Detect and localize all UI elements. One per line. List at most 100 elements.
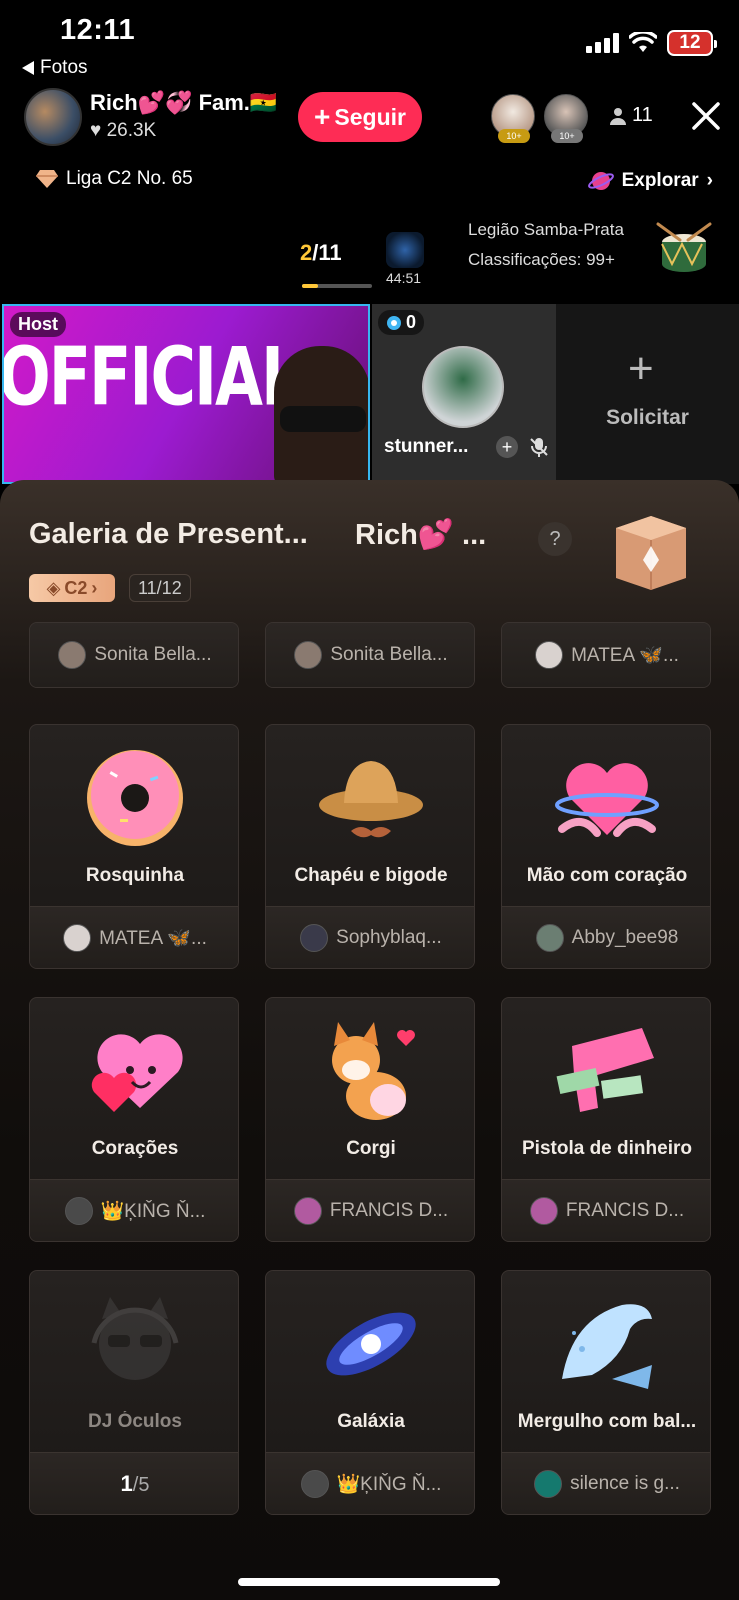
gift-card-corgi[interactable]: Corgi FRANCIS D...: [265, 997, 475, 1242]
sender-name: Sophyblaq...: [336, 926, 442, 948]
add-guest-icon[interactable]: +: [496, 436, 518, 458]
gift-sender: 👑ĶIŇG Ň...: [266, 1452, 474, 1514]
gift-sender: FRANCIS D...: [502, 1179, 710, 1241]
back-to-photos-link[interactable]: Fotos: [22, 57, 88, 79]
rank-position[interactable]: 2/11: [300, 240, 342, 266]
gift-name: Mergulho com bal...: [517, 1411, 697, 1432]
sender-avatar: [64, 1196, 93, 1225]
gift-card[interactable]: Sonita Bella...: [265, 622, 475, 688]
hat-mustache-icon: [319, 761, 423, 838]
gift-name: Mão com coração: [526, 865, 688, 886]
ranking-bar: 2/11 44:51 Legião Samba-Prata Classifica…: [0, 214, 739, 294]
sender-name: FRANCIS D...: [329, 1199, 449, 1221]
drum-icon[interactable]: [654, 220, 714, 280]
hand-heart-icon: [555, 763, 659, 837]
guest-video[interactable]: 0 stunner... +: [372, 304, 556, 484]
gift-name: Corgi: [346, 1138, 396, 1159]
status-icons: 12: [586, 30, 717, 56]
explore-label: Explorar: [621, 170, 699, 191]
host-likes: ♥ 26.3K: [90, 120, 156, 142]
gift-name: Corações: [91, 1138, 179, 1159]
gallery-title: Galeria de Present...: [29, 518, 308, 550]
gift-card-mao-coracao[interactable]: Mão com coração Abby_bee98: [501, 724, 711, 969]
chevron-right-icon: ›: [91, 577, 98, 598]
sender-avatar: [300, 1469, 329, 1498]
wifi-icon: [629, 32, 657, 52]
gift-name: Rosquinha: [85, 865, 185, 886]
explore-button[interactable]: Explorar ›: [587, 168, 713, 194]
mic-muted-icon[interactable]: [528, 436, 550, 458]
top-viewer-avatar-2[interactable]: 10+: [544, 94, 588, 143]
gift-card[interactable]: MATEA 🦋...: [501, 622, 711, 688]
whale-dive-icon: [562, 1304, 652, 1389]
league-label: Liga C2 No. 65: [66, 168, 193, 189]
sender-name: Sonita Bella...: [330, 643, 448, 665]
heart-icon: ♥: [90, 120, 102, 141]
top-viewer-avatar-1[interactable]: 10+: [491, 94, 535, 143]
sender-avatar: [294, 640, 323, 669]
gift-card-dj-oculos[interactable]: DJ Óculos 1/5: [29, 1270, 239, 1515]
host-avatar[interactable]: [24, 88, 82, 146]
money-gun-icon: [556, 1028, 654, 1112]
badge-diamond-icon: ◈: [46, 577, 61, 598]
host-name[interactable]: Rich💕💞 Fam.🇬🇭: [90, 90, 277, 116]
gift-name: Chapéu e bigode: [294, 865, 448, 886]
follow-button[interactable]: + Seguir: [298, 92, 422, 142]
pager-current: 1: [120, 1470, 133, 1496]
battle-avatar-icon[interactable]: [386, 232, 424, 268]
gift-sender: 👑ĶIŇG Ň...: [30, 1179, 238, 1241]
gift-sender: Sonita Bella...: [266, 623, 474, 687]
likes-count: 26.3K: [106, 120, 157, 141]
gift-card[interactable]: Sonita Bella...: [29, 622, 239, 688]
home-indicator[interactable]: [238, 1578, 500, 1586]
legion-rank[interactable]: Classificações: 99+: [468, 250, 615, 270]
gift-sender: MATEA 🦋...: [502, 623, 710, 687]
plus-icon: +: [314, 101, 331, 132]
gift-sender: Abby_bee98: [502, 906, 710, 968]
gift-card-chapeu[interactable]: Chapéu e bigode Sophyblaq...: [265, 724, 475, 969]
help-button[interactable]: ?: [538, 522, 572, 556]
host-video[interactable]: OFFICIAL Host: [2, 304, 370, 484]
sender-name: 👑ĶIŇG Ň...: [100, 1200, 206, 1222]
live-header: Rich💕💞 Fam.🇬🇭 ♥ 26.3K + Seguir 10+ 10+ 1…: [24, 88, 720, 148]
viewer-count[interactable]: 11: [610, 104, 653, 127]
gift-card-mergulho[interactable]: Mergulho com bal... silence is g...: [501, 1270, 711, 1515]
gift-card-pistola[interactable]: Pistola de dinheiro FRANCIS D...: [501, 997, 711, 1242]
dj-glasses-icon: [91, 1297, 179, 1380]
sender-name: Abby_bee98: [571, 926, 679, 948]
sender-avatar: [63, 923, 92, 952]
guest-avatar[interactable]: [422, 346, 504, 428]
sender-name: MATEA 🦋...: [99, 927, 207, 949]
rank-current: 2: [300, 240, 313, 265]
pager-text: 1/5: [121, 1471, 150, 1497]
banner-text: OFFICIAL: [2, 328, 301, 424]
signal-icon: [586, 33, 619, 53]
sender-name: MATEA 🦋...: [571, 644, 679, 666]
status-bar: 12:11 12 Fotos: [0, 0, 739, 78]
battery-icon: 12: [667, 30, 717, 56]
league-info[interactable]: Liga C2 No. 65: [36, 168, 193, 190]
league-badge[interactable]: ◈ C2 ›: [29, 574, 115, 602]
gift-box-icon[interactable]: [606, 508, 696, 598]
viewer-badge-1: 10+: [498, 129, 530, 143]
request-slot[interactable]: + Solicitar: [556, 304, 739, 484]
gift-card-galaxia[interactable]: Galáxia 👑ĶIŇG Ň...: [265, 1270, 475, 1515]
sender-name: 👑ĶIŇG Ň...: [336, 1473, 442, 1495]
follow-label: Seguir: [334, 103, 406, 130]
league-badge-label: C2: [64, 577, 88, 598]
gift-card-rosquinha[interactable]: Rosquinha MATEA 🦋...: [29, 724, 239, 969]
legion-title[interactable]: Legião Samba-Prata: [468, 220, 624, 240]
sender-avatar: [529, 1196, 558, 1225]
guest-score-value: 0: [406, 312, 417, 332]
gift-name: Galáxia: [337, 1411, 405, 1432]
gift-sender: MATEA 🦋...: [30, 906, 238, 968]
multi-guest-video: OFFICIAL Host 0 stunner... + + Solicitar: [0, 304, 739, 484]
guest-score: 0: [378, 310, 425, 335]
rank-total: /11: [312, 240, 342, 265]
rank-progress-bar: [302, 284, 372, 288]
sender-avatar: [534, 1469, 563, 1498]
close-icon[interactable]: [688, 98, 724, 134]
sender-name: FRANCIS D...: [565, 1199, 685, 1221]
gift-card-coracoes[interactable]: Corações 👑ĶIŇG Ň...: [29, 997, 239, 1242]
gift-gallery-sheet: Galeria de Present... Rich💕 ... ? ◈ C2 ›…: [0, 480, 739, 1600]
